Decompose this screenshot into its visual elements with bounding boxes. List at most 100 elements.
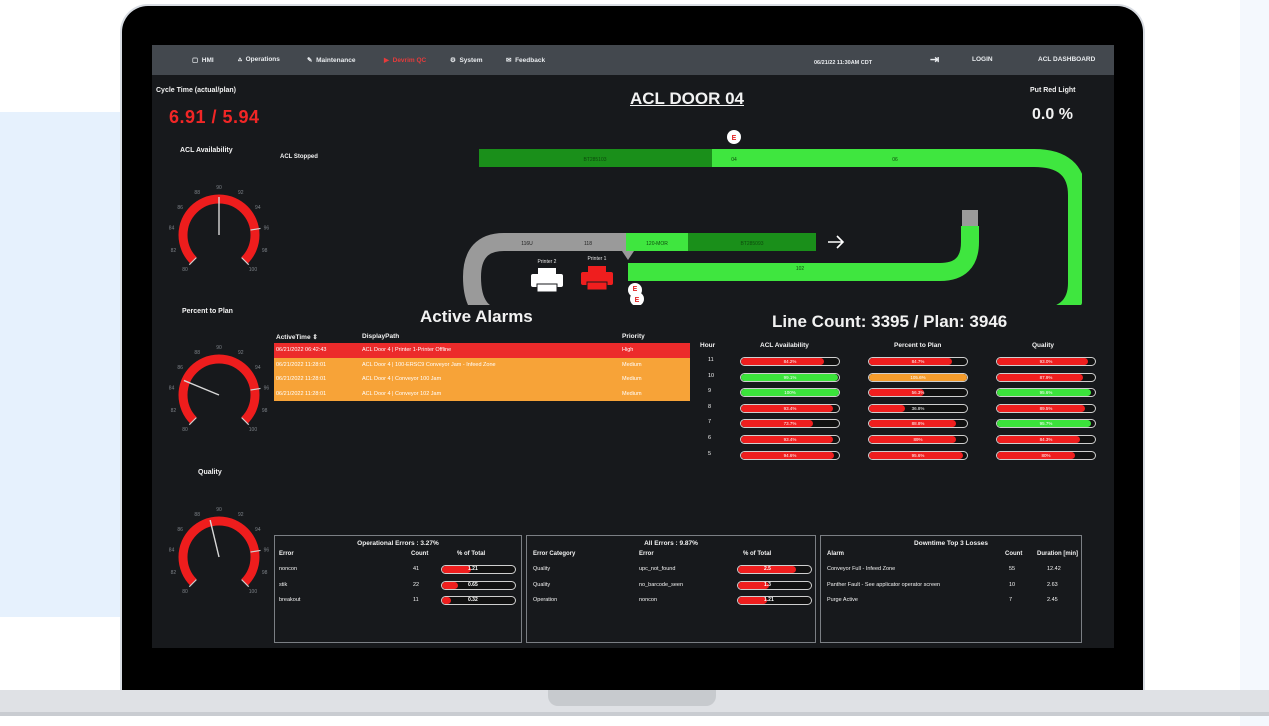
downtime-duration: 2.45 xyxy=(1047,597,1058,603)
segment-label: 120-MOR xyxy=(646,241,668,247)
hourly-header: Hour ACL Availability Percent to Plan Qu… xyxy=(696,342,1106,354)
error-count: 22 xyxy=(413,581,420,588)
error-count: 41 xyxy=(413,566,420,572)
hour-row: 9 100% 56.3% 95.6% xyxy=(696,385,1106,401)
bar-value: 94.6% xyxy=(783,452,797,458)
quality-bar: 95.6% xyxy=(996,388,1096,398)
alarm-path: ACL Door 4 | Conveyor 102 Jam xyxy=(362,390,442,397)
column-header-acl-availability: ACL Availability xyxy=(760,342,809,349)
printer-1-icon[interactable] xyxy=(581,266,613,291)
nav-item-operations[interactable]: ⩟ Operations xyxy=(238,56,280,64)
bar-fill xyxy=(442,597,451,604)
conveyor-segment-grey-drop[interactable] xyxy=(962,210,978,228)
bar-value: 88.8% xyxy=(911,421,925,427)
all-errors-title: All Errors : 9.87% xyxy=(644,540,698,547)
dashboard-link[interactable]: ACL DASHBOARD xyxy=(1038,56,1095,63)
error-marker-top[interactable]: E xyxy=(727,130,741,144)
gauge-tick-label: 100 xyxy=(249,427,258,433)
percent-to-plan-label: Percent to Plan xyxy=(182,308,233,315)
gauge-tick-label: 96 xyxy=(264,547,270,553)
column-header-displaypath[interactable]: DisplayPath xyxy=(362,333,622,340)
hour-row: 8 93.4% 36.8% 89.5% xyxy=(696,401,1106,417)
gauge-tick-label: 88 xyxy=(194,190,200,196)
gauge-tick-label: 84 xyxy=(169,385,175,391)
bar-value: 105.6% xyxy=(910,374,926,380)
gauge-tick-label: 84 xyxy=(169,225,175,231)
error-name: no_barcode_seen xyxy=(639,581,684,588)
all-error-row: Quality no_barcode_seen 1.3 xyxy=(527,578,815,594)
conveyor-right-curve[interactable] xyxy=(1033,149,1082,305)
downtime-row: Purge Active 7 2.45 xyxy=(821,593,1081,609)
downtime-row: Conveyor Full - Infeed Zone 55 12.42 xyxy=(821,562,1081,578)
play-icon: ▶ xyxy=(384,57,389,64)
percent-to-plan-bar: 36.8% xyxy=(868,403,968,413)
error-marker-bottom[interactable]: E xyxy=(628,283,642,297)
acl-availability-bar: 73.7% xyxy=(740,419,840,429)
alarm-priority: Medium xyxy=(622,361,642,368)
alarm-row[interactable]: 06/21/2022 11:28:01 ACL Door 4 | 100-ERSC… xyxy=(274,357,690,372)
gauge-tick-label: 90 xyxy=(216,345,222,351)
downtime-alarm: Purge Active xyxy=(827,597,858,603)
hour-label: 9 xyxy=(708,388,712,395)
segment-label: 118 xyxy=(584,241,592,247)
nav-item-maintenance[interactable]: ✎ Maintenance xyxy=(307,56,355,64)
gauge-tick-label: 82 xyxy=(171,570,177,576)
bar-value: 93.4% xyxy=(783,405,797,411)
quality-bar: 95.7% xyxy=(996,419,1096,429)
alarm-row[interactable]: 06/21/2022 11:28:01 ACL Door 4 | Conveyor… xyxy=(274,372,690,387)
segment-label: 06 xyxy=(892,157,898,163)
downtime-title: Downtime Top 3 Losses xyxy=(914,540,988,547)
gauge-tick-label: 82 xyxy=(171,408,177,414)
nav-item-hmi[interactable]: ▢ HMI xyxy=(192,56,214,64)
bar-value: 93.4% xyxy=(783,436,797,442)
percent-to-plan-bar: 56.3% xyxy=(868,388,968,398)
bar-value: 73.7% xyxy=(783,421,797,427)
nav-item-feedback[interactable]: ✉ Feedback xyxy=(506,56,545,64)
bar-value: 80% xyxy=(1041,452,1051,458)
alarm-path: ACL Door 4 | 100-ERSC9 Conveyor Jam - In… xyxy=(362,361,496,368)
nav-item-system[interactable]: ⚙ System xyxy=(450,56,483,64)
gauge-tick-label: 84 xyxy=(169,547,175,553)
quality-bar: 93.0% xyxy=(996,357,1096,366)
bar-value: 87.9% xyxy=(1039,374,1053,380)
all-error-row: Operation noncon 1.21 xyxy=(527,593,815,609)
arrow-right-icon xyxy=(828,235,845,249)
login-icon[interactable]: ⇥ xyxy=(930,53,939,66)
hour-label: 10 xyxy=(708,372,715,379)
bar-value: 1.3 xyxy=(764,581,771,588)
acl-availability-label: ACL Availability xyxy=(180,147,233,154)
percent-bar: 0.32 xyxy=(441,596,516,605)
hour-row: 5 94.6% 95.6% 80% xyxy=(696,448,1106,464)
conveyor-left-curve[interactable] xyxy=(462,233,505,305)
operational-errors-title: Operational Errors : 3.27% xyxy=(357,540,439,547)
bar-value: 89% xyxy=(913,436,923,442)
hour-label: 5 xyxy=(708,450,712,457)
login-button[interactable]: LOGIN xyxy=(972,56,993,63)
column-header-activetime[interactable]: ActiveTime ⇕ xyxy=(274,333,362,341)
error-name: upc_not_found xyxy=(639,566,676,572)
alarm-time: 06/21/2022 11:28:01 xyxy=(276,361,327,368)
gauge-tick-label: 90 xyxy=(216,507,222,513)
bar-value: 0.65 xyxy=(468,581,478,588)
gauge-tick-label: 80 xyxy=(182,267,188,273)
printer-2-icon[interactable] xyxy=(531,268,563,293)
acl-availability-bar: 99.1% xyxy=(740,372,840,382)
nav-item-devrim-qc[interactable]: ▶ Devrim QC xyxy=(384,56,426,64)
gauge-tick-label: 90 xyxy=(216,185,222,191)
alarm-time: 06/21/2022 06:42:43 xyxy=(276,347,327,354)
percent-to-plan-bar: 84.7% xyxy=(868,357,968,366)
alarm-row[interactable]: 06/21/2022 06:42:43 ACL Door 4 | Printer … xyxy=(274,343,690,358)
column-header-priority[interactable]: Priority xyxy=(622,333,690,340)
alarm-priority: Medium xyxy=(622,376,642,383)
gauge-tick-label: 96 xyxy=(264,385,270,391)
bar-value: 93.0% xyxy=(1039,359,1053,364)
gauge-tick-label: 98 xyxy=(262,570,268,576)
error-marker-text: E xyxy=(732,135,737,142)
gauge-tick-label: 92 xyxy=(238,512,244,518)
background-edge xyxy=(1240,0,1269,726)
bar-value: 84.2% xyxy=(783,359,797,364)
gear-icon: ⚙ xyxy=(450,57,456,64)
alarm-row[interactable]: 06/21/2022 11:28:01 ACL Door 4 | Conveyor… xyxy=(274,386,690,401)
gauge-tick-label: 86 xyxy=(177,365,183,371)
gauge-tick-label: 80 xyxy=(182,427,188,433)
